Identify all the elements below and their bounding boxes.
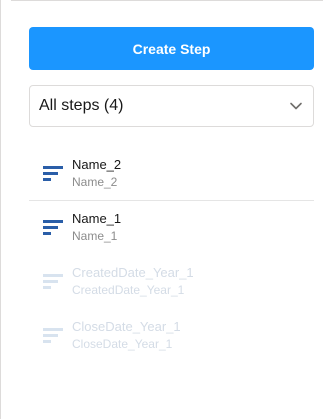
step-item[interactable]: Name_1 Name_1 — [29, 201, 314, 255]
step-item[interactable]: CreatedDate_Year_1 CreatedDate_Year_1 — [29, 255, 314, 309]
step-subtitle: Name_2 — [72, 175, 118, 189]
steps-filter-select[interactable]: All steps (4) — [29, 85, 314, 127]
lines-icon — [43, 328, 63, 343]
steps-filter-value: All steps (4) — [39, 97, 124, 114]
step-name: Name_2 — [72, 157, 122, 172]
lines-icon — [43, 220, 63, 235]
step-subtitle: CloseDate_Year_1 — [72, 337, 173, 351]
step-name: Name_1 — [72, 211, 122, 226]
step-subtitle: CreatedDate_Year_1 — [72, 283, 185, 297]
step-item[interactable]: CloseDate_Year_1 CloseDate_Year_1 — [29, 309, 314, 363]
lines-icon — [43, 274, 63, 289]
step-item[interactable]: Name_2 Name_2 — [29, 147, 314, 201]
steps-panel: Create Step All steps (4) Name_2 Name_2 — [0, 0, 323, 419]
step-list: Name_2 Name_2 Name_1 Name_1 CreatedDate_… — [29, 147, 314, 363]
panel-top-border — [11, 0, 323, 1]
step-name: CreatedDate_Year_1 — [72, 265, 194, 280]
step-name: CloseDate_Year_1 — [72, 319, 181, 334]
chevron-down-icon — [289, 99, 303, 113]
step-subtitle: Name_1 — [72, 229, 118, 243]
create-step-button[interactable]: Create Step — [29, 27, 314, 70]
lines-icon — [43, 166, 63, 181]
